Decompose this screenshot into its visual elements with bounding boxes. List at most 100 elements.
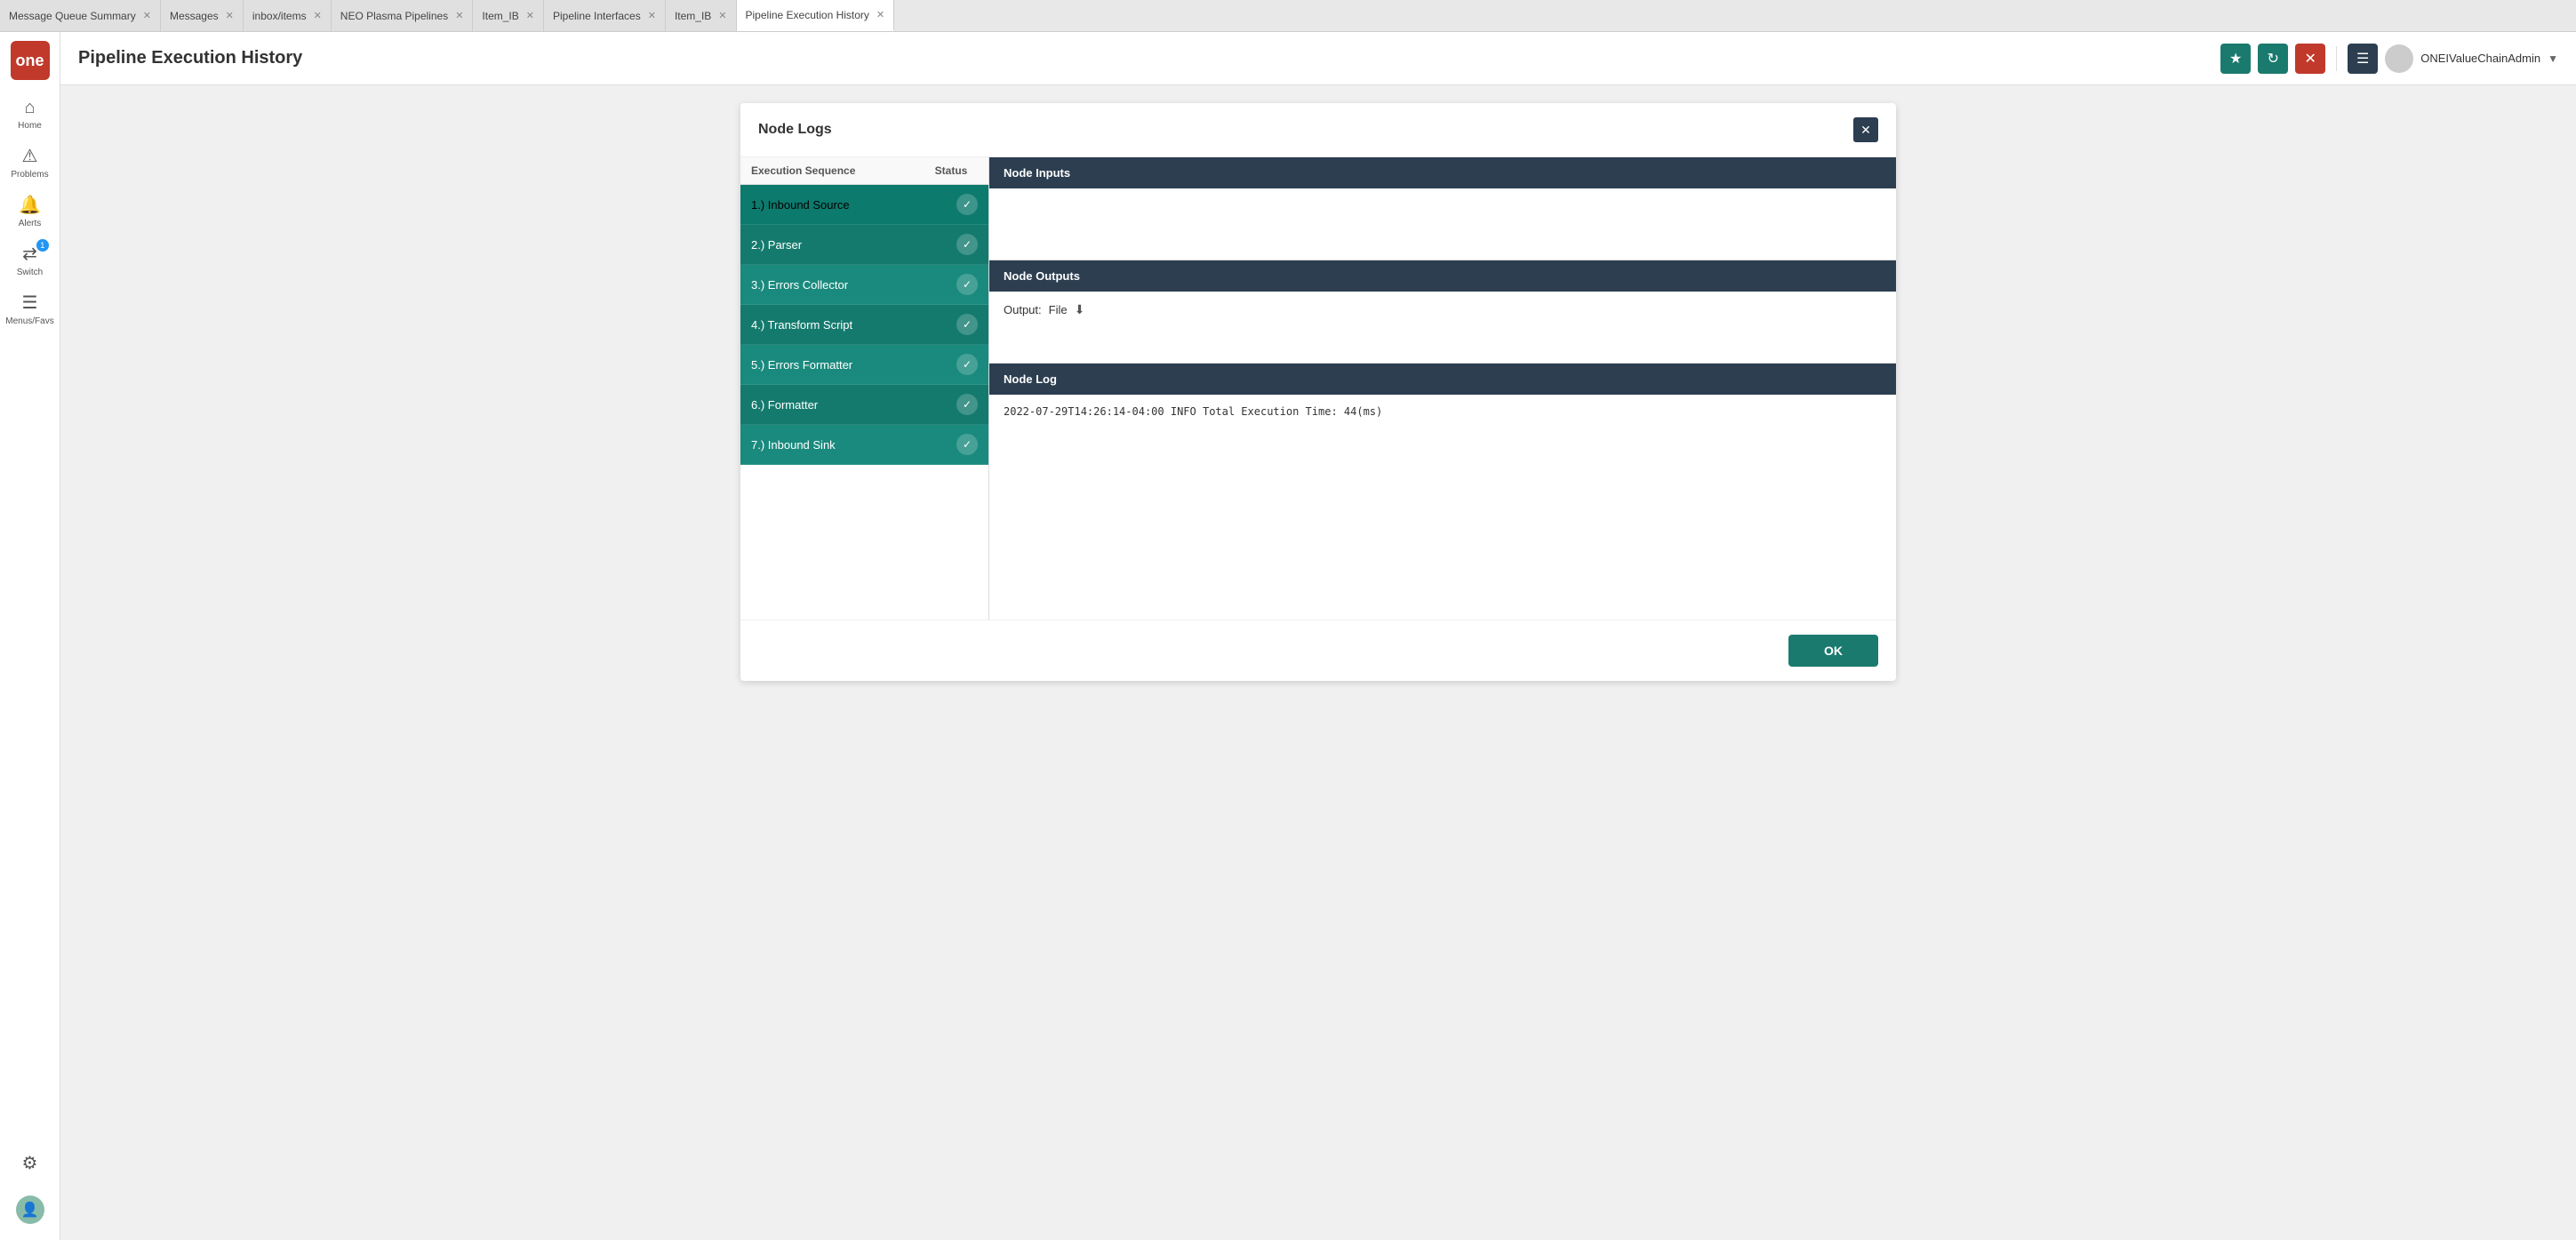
output-row: Output: File ⬇ xyxy=(1004,302,1882,317)
exec-row-check-2: ✓ xyxy=(956,234,978,255)
tab-pipeline-interfaces[interactable]: Pipeline Interfaces ✕ xyxy=(544,0,666,31)
exec-seq-header: Execution Sequence xyxy=(751,164,924,177)
tab-label-pipeline-interfaces: Pipeline Interfaces xyxy=(553,10,641,22)
node-outputs-section: Node Outputs Output: File ⬇ xyxy=(989,260,1896,364)
tab-close-msg-queue[interactable]: ✕ xyxy=(143,10,151,21)
node-inputs-body xyxy=(989,188,1896,260)
sidebar-bottom: ⚙ 👤 xyxy=(12,1145,48,1231)
exec-row-3[interactable]: 3.) Errors Collector✓ xyxy=(740,265,988,305)
node-outputs-header: Node Outputs xyxy=(989,260,1896,292)
sidebar-label-menus-favs: Menus/Favs xyxy=(5,316,53,326)
download-icon[interactable]: ⬇ xyxy=(1075,302,1085,317)
dropdown-arrow-icon: ▼ xyxy=(2548,52,2558,65)
detail-panel: Node Inputs Node Outputs Output: File ⬇ xyxy=(989,157,1896,620)
exec-row-check-5: ✓ xyxy=(956,354,978,375)
output-type: File xyxy=(1049,303,1068,316)
tab-item-ib[interactable]: Item_IB ✕ xyxy=(473,0,544,31)
node-log-header: Node Log xyxy=(989,364,1896,395)
tab-close-item-ib-2[interactable]: ✕ xyxy=(718,10,726,21)
tab-close-item-ib[interactable]: ✕ xyxy=(526,10,534,21)
tab-label-item-ib-2: Item_IB xyxy=(675,10,711,22)
dialog-close-button[interactable]: ✕ xyxy=(1853,117,1878,142)
exec-row-6[interactable]: 6.) Formatter✓ xyxy=(740,385,988,425)
ok-button[interactable]: OK xyxy=(1788,635,1878,667)
exec-status-header: Status xyxy=(924,164,978,177)
exec-row-7[interactable]: 7.) Inbound Sink✓ xyxy=(740,425,988,465)
node-inputs-section: Node Inputs xyxy=(989,157,1896,260)
tab-pipeline-exec-history[interactable]: Pipeline Execution History ✕ xyxy=(737,0,895,31)
exec-row-check-4: ✓ xyxy=(956,314,978,335)
exec-row-label-5: 5.) Errors Formatter xyxy=(751,358,956,372)
menus-favs-icon: ☰ xyxy=(22,292,38,314)
exec-row-5[interactable]: 5.) Errors Formatter✓ xyxy=(740,345,988,385)
page-title: Pipeline Execution History xyxy=(78,48,302,68)
header-actions: ★ ↻ ✕ ☰ ONEIValueChainAdmin ▼ xyxy=(2220,44,2558,74)
sidebar: one ⌂Home⚠Problems 🔔 Alerts ⇄ Switch 1 ☰ Menus/… xyxy=(0,32,60,1240)
tab-msg-queue[interactable]: Message Queue Summary ✕ xyxy=(0,0,161,31)
sidebar-item-problems[interactable]: ⚠Problems xyxy=(2,138,57,187)
user-section[interactable]: ONEIValueChainAdmin ▼ xyxy=(2385,44,2558,73)
page-header: Pipeline Execution History ★ ↻ ✕ ☰ ONEIV… xyxy=(60,32,2576,85)
sidebar-item-switch[interactable]: ⇄ Switch 1 xyxy=(2,236,57,284)
page-content: Node Logs ✕ Execution Sequence Status 1.… xyxy=(60,85,2576,1240)
tab-inbox-items[interactable]: inbox/items ✕ xyxy=(244,0,332,31)
execution-panel: Execution Sequence Status 1.) Inbound So… xyxy=(740,157,989,620)
tab-close-neo-plasma[interactable]: ✕ xyxy=(455,10,463,21)
exec-row-check-6: ✓ xyxy=(956,394,978,415)
log-entry: 2022-07-29T14:26:14-04:00 INFO Total Exe… xyxy=(1004,405,1382,418)
tab-item-ib-2[interactable]: Item_IB ✕ xyxy=(666,0,737,31)
refresh-button[interactable]: ↻ xyxy=(2258,44,2288,74)
exec-rows-container: 1.) Inbound Source✓2.) Parser✓3.) Errors… xyxy=(740,185,988,465)
exec-row-4[interactable]: 4.) Transform Script✓ xyxy=(740,305,988,345)
exec-row-1[interactable]: 1.) Inbound Source✓ xyxy=(740,185,988,225)
content-area: Pipeline Execution History ★ ↻ ✕ ☰ ONEIV… xyxy=(60,32,2576,1240)
home-icon: ⌂ xyxy=(24,98,35,118)
sidebar-item-alerts[interactable]: 🔔 Alerts xyxy=(2,187,57,236)
tab-close-messages[interactable]: ✕ xyxy=(226,10,234,21)
exec-row-label-4: 4.) Transform Script xyxy=(751,318,956,332)
tab-label-inbox-items: inbox/items xyxy=(252,10,307,22)
dialog-body: Execution Sequence Status 1.) Inbound So… xyxy=(740,157,1896,620)
alerts-icon: 🔔 xyxy=(19,194,41,216)
tab-label-messages: Messages xyxy=(170,10,219,22)
sidebar-item-menus-favs[interactable]: ☰ Menus/Favs xyxy=(2,284,57,333)
tab-label-neo-plasma: NEO Plasma Pipelines xyxy=(340,10,448,22)
header-divider xyxy=(2336,46,2337,71)
settings-icon: ⚙ xyxy=(22,1152,38,1174)
menu-button[interactable]: ☰ xyxy=(2348,44,2378,74)
node-log-section: Node Log 2022-07-29T14:26:14-04:00 INFO … xyxy=(989,364,1896,620)
close-page-button[interactable]: ✕ xyxy=(2295,44,2325,74)
logo[interactable]: one xyxy=(11,41,50,80)
sidebar-label-problems: Problems xyxy=(11,170,48,180)
sidebar-label-switch: Switch xyxy=(17,268,43,277)
node-log-body: 2022-07-29T14:26:14-04:00 INFO Total Exe… xyxy=(989,395,1896,620)
sidebar-badge-switch: 1 xyxy=(36,239,49,252)
user-avatar-sidebar: 👤 xyxy=(16,1196,44,1224)
exec-row-label-1: 1.) Inbound Source xyxy=(751,198,956,212)
tab-label-item-ib: Item_IB xyxy=(482,10,518,22)
sidebar-item-settings[interactable]: ⚙ xyxy=(12,1145,48,1181)
tab-messages[interactable]: Messages ✕ xyxy=(161,0,244,31)
tab-close-pipeline-exec-history[interactable]: ✕ xyxy=(876,9,884,20)
sidebar-item-home[interactable]: ⌂Home xyxy=(2,91,57,138)
sidebar-item-user[interactable]: 👤 xyxy=(12,1188,48,1231)
exec-row-2[interactable]: 2.) Parser✓ xyxy=(740,225,988,265)
tab-neo-plasma[interactable]: NEO Plasma Pipelines ✕ xyxy=(332,0,474,31)
switch-icon: ⇄ xyxy=(22,243,37,265)
exec-row-check-7: ✓ xyxy=(956,434,978,455)
tab-close-inbox-items[interactable]: ✕ xyxy=(314,10,322,21)
user-avatar-header xyxy=(2385,44,2413,73)
sidebar-label-alerts: Alerts xyxy=(19,219,42,228)
exec-row-label-6: 6.) Formatter xyxy=(751,398,956,412)
tab-close-pipeline-interfaces[interactable]: ✕ xyxy=(648,10,656,21)
tab-label-pipeline-exec-history: Pipeline Execution History xyxy=(746,9,869,21)
exec-table-header: Execution Sequence Status xyxy=(740,157,988,185)
dialog-header: Node Logs ✕ xyxy=(740,103,1896,157)
tab-label-msg-queue: Message Queue Summary xyxy=(9,10,136,22)
star-button[interactable]: ★ xyxy=(2220,44,2251,74)
exec-row-label-3: 3.) Errors Collector xyxy=(751,278,956,292)
main-layout: one ⌂Home⚠Problems 🔔 Alerts ⇄ Switch 1 ☰ Menus/… xyxy=(0,32,2576,1240)
node-outputs-body: Output: File ⬇ xyxy=(989,292,1896,363)
node-inputs-header: Node Inputs xyxy=(989,157,1896,188)
output-label: Output: xyxy=(1004,303,1042,316)
